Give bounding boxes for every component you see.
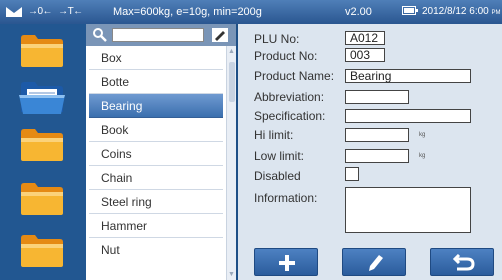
search-icon[interactable]: [92, 27, 108, 43]
ampm-label: PM: [491, 10, 501, 16]
product-no-field[interactable]: 003: [345, 48, 385, 62]
low-limit-unit: kg: [419, 153, 426, 159]
folder-column: [0, 24, 88, 280]
plu-label: PLU No:: [254, 32, 300, 46]
disabled-label: Disabled: [254, 169, 301, 183]
product-name-field[interactable]: Bearing: [345, 69, 471, 83]
folder-icon[interactable]: [19, 180, 65, 216]
hi-limit-label: Hi limit:: [254, 128, 294, 142]
clear-search-icon[interactable]: [212, 28, 228, 42]
datetime-label: 2012/8/12 6:00 PM: [422, 6, 501, 17]
list-item-selected[interactable]: Bearing: [89, 94, 223, 118]
add-icon: [279, 255, 295, 271]
folder-open-icon[interactable]: [19, 79, 65, 115]
low-limit-label: Low limit:: [254, 149, 305, 163]
folder-icon[interactable]: [19, 126, 65, 162]
folder-icon[interactable]: [19, 32, 65, 68]
back-button[interactable]: [430, 248, 494, 276]
product-no-label: Product No:: [254, 49, 318, 63]
list-item[interactable]: Chain: [89, 166, 223, 190]
product-list: Box Botte Bearing Book Coins Chain Steel…: [86, 46, 226, 280]
scroll-up-icon[interactable]: ▲: [228, 48, 235, 55]
list-item[interactable]: Hammer: [89, 214, 223, 238]
folder-icon[interactable]: [19, 232, 65, 268]
specification-label: Specification:: [254, 109, 326, 123]
add-button[interactable]: [254, 248, 318, 276]
edit-icon: [369, 255, 383, 271]
stable-wedge-icon: [6, 6, 22, 17]
screen: →0← →T← Max=600kg, e=10g, min=200g v2.00…: [0, 0, 502, 280]
list-scrollbar[interactable]: ▲ ▼: [226, 46, 236, 280]
list-item[interactable]: Botte: [89, 70, 223, 94]
list-item[interactable]: Book: [89, 118, 223, 142]
hi-limit-unit: kg: [419, 132, 426, 138]
hi-limit-field[interactable]: [345, 128, 409, 142]
zero-indicator: →0←: [28, 6, 53, 17]
capacity-label: Max=600kg, e=10g, min=200g: [113, 6, 262, 18]
scroll-down-icon[interactable]: ▼: [228, 271, 235, 278]
action-bar: [238, 244, 502, 280]
product-detail-panel: PLU No: A012 Product No: 003 Product Nam…: [238, 24, 502, 280]
list-item[interactable]: Nut: [89, 238, 223, 262]
low-limit-field[interactable]: [345, 149, 409, 163]
battery-icon: [402, 6, 418, 15]
datetime-value: 2012/8/12 6:00: [422, 6, 489, 17]
plu-field[interactable]: A012: [345, 31, 385, 45]
version-label: v2.00: [345, 6, 372, 18]
information-label: Information:: [254, 191, 318, 205]
search-bar: [86, 24, 236, 46]
specification-field[interactable]: [345, 109, 471, 123]
disabled-checkbox[interactable]: [345, 167, 359, 181]
abbreviation-field[interactable]: [345, 90, 409, 104]
abbreviation-label: Abbreviation:: [254, 90, 325, 104]
product-list-panel: Box Botte Bearing Book Coins Chain Steel…: [86, 24, 236, 280]
edit-button[interactable]: [342, 248, 406, 276]
list-item[interactable]: Steel ring: [89, 190, 223, 214]
list-item[interactable]: Box: [89, 46, 223, 70]
scroll-thumb[interactable]: [229, 62, 235, 102]
product-name-label: Product Name:: [254, 69, 335, 83]
status-indicators: →0← →T←: [6, 6, 83, 17]
information-textarea[interactable]: [345, 187, 471, 233]
back-icon: [453, 253, 475, 271]
search-input[interactable]: [112, 28, 204, 42]
tare-indicator: →T←: [58, 6, 83, 17]
status-bar: →0← →T← Max=600kg, e=10g, min=200g v2.00…: [0, 0, 502, 24]
list-item[interactable]: Coins: [89, 142, 223, 166]
